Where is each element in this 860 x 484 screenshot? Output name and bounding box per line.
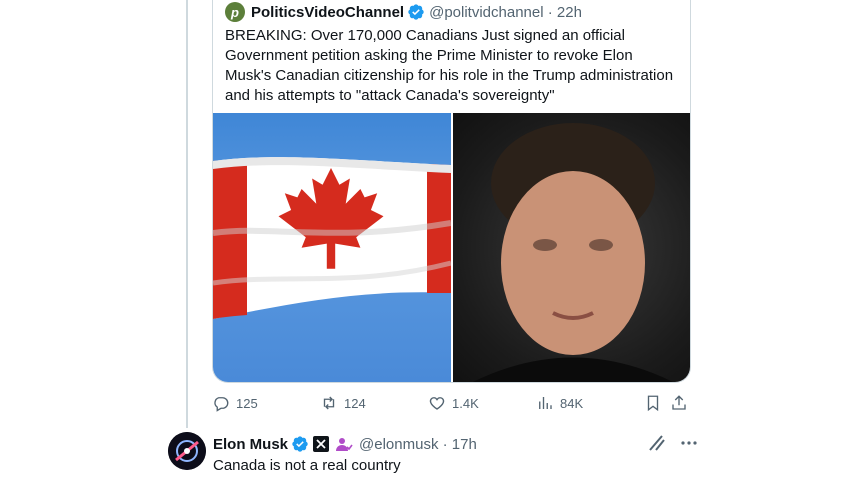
verified-badge-icon xyxy=(407,3,425,21)
quoted-post-media[interactable] xyxy=(213,113,690,382)
reply-author-handle[interactable]: @elonmusk xyxy=(359,436,438,453)
reply-text: Canada is not a real country xyxy=(213,457,401,474)
more-options-icon[interactable] xyxy=(680,434,698,452)
reply-top-icons xyxy=(648,434,698,452)
quoted-post-header: p PoliticsVideoChannel @politvidchannel … xyxy=(225,2,582,22)
quoted-author-name[interactable]: PoliticsVideoChannel xyxy=(251,4,404,21)
portrait-image xyxy=(473,123,673,382)
like-button[interactable]: 1.4K xyxy=(428,394,479,412)
share-button[interactable] xyxy=(670,394,694,412)
bookmark-button[interactable] xyxy=(644,394,668,412)
canadian-flag-photo[interactable] xyxy=(213,113,452,382)
canadian-flag-image xyxy=(213,157,452,319)
quoted-author-avatar[interactable]: p xyxy=(225,2,245,22)
thread-line xyxy=(186,0,188,428)
reply-time[interactable]: 17h xyxy=(452,436,477,453)
galaxy-avatar-image xyxy=(168,432,206,470)
quoted-post-text: BREAKING: Over 170,000 Canadians Just si… xyxy=(225,27,674,104)
x-affiliate-icon[interactable] xyxy=(313,436,330,452)
share-icon xyxy=(672,395,686,410)
reply-icon xyxy=(214,397,229,412)
verified-badge-icon xyxy=(291,435,309,453)
reply-button[interactable]: 125 xyxy=(212,394,258,412)
like-count: 1.4K xyxy=(452,395,479,411)
elon-musk-photo[interactable] xyxy=(453,113,690,382)
repost-button[interactable]: 124 xyxy=(320,394,366,412)
reply-count: 125 xyxy=(236,395,258,411)
reply-header: Elon Musk @elonmusk · 17h xyxy=(213,434,477,454)
reply-author-name[interactable]: Elon Musk xyxy=(213,436,288,453)
government-official-icon xyxy=(335,436,353,452)
views-button[interactable]: 84K xyxy=(536,394,583,412)
grok-icon[interactable] xyxy=(648,434,666,452)
heart-icon xyxy=(429,397,445,410)
quoted-author-handle[interactable]: @politvidchannel xyxy=(429,4,543,21)
bookmark-icon xyxy=(647,395,659,412)
reply-post[interactable]: Elon Musk @elonmusk · 17h Canada is not … xyxy=(168,432,698,482)
reply-author-avatar[interactable] xyxy=(168,432,206,470)
repost-count: 124 xyxy=(344,395,366,411)
avatar-letter: p xyxy=(231,4,239,20)
separator-dot: · xyxy=(438,435,452,453)
views-count: 84K xyxy=(560,395,584,411)
quoted-post-time[interactable]: 22h xyxy=(557,4,582,21)
quoted-post-card[interactable]: p PoliticsVideoChannel @politvidchannel … xyxy=(212,0,691,383)
separator-dot: · xyxy=(543,3,557,21)
repost-icon xyxy=(323,396,335,410)
views-chart-icon xyxy=(539,397,552,409)
action-bar: 125 124 1.4K 84K xyxy=(212,394,689,414)
